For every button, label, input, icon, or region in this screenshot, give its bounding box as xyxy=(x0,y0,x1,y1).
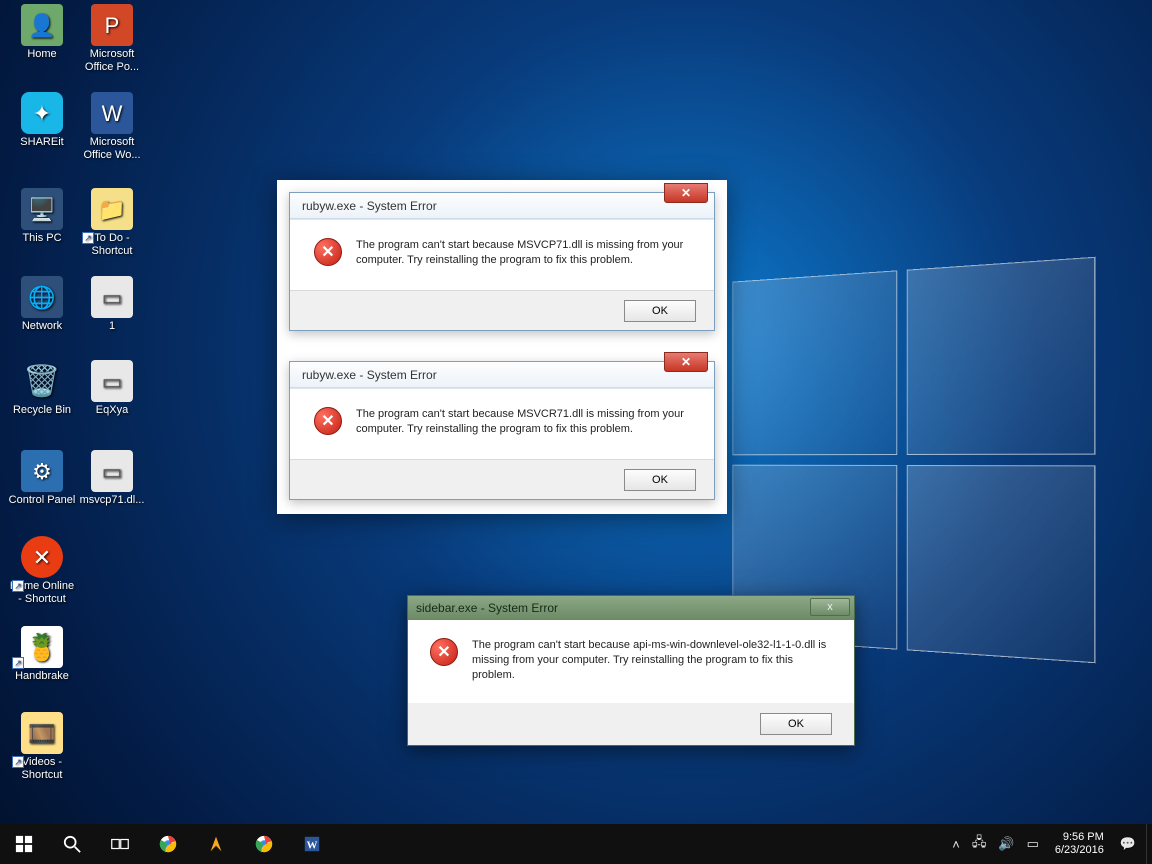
close-button[interactable]: ✕ xyxy=(664,352,708,372)
close-button[interactable]: ✕ xyxy=(664,183,708,203)
search-button[interactable] xyxy=(48,824,96,864)
video-folder-icon: 🎞️ xyxy=(21,712,63,754)
tray-overflow-icon[interactable]: ˄ xyxy=(952,837,960,852)
dialog-title: rubyw.exe - System Error xyxy=(302,199,437,213)
desktop-icon-one[interactable]: ▭ 1 xyxy=(76,276,148,333)
ok-button[interactable]: OK xyxy=(760,713,832,735)
dialog-footer: OK xyxy=(290,459,714,499)
dialog-body: ✕ The program can't start because MSVCR7… xyxy=(290,388,714,459)
desktop-icon-thispc[interactable]: 🖥️ This PC xyxy=(6,188,78,245)
desktop-icon-shareit[interactable]: ✦ SHAREit xyxy=(6,92,78,149)
dialog-message: The program can't start because api-ms-w… xyxy=(472,638,832,683)
error-dialog-1: rubyw.exe - System Error ✕ ✕ The program… xyxy=(289,192,715,331)
dialog-titlebar[interactable]: sidebar.exe - System Error x xyxy=(408,596,854,620)
desktop-icon-msvcp71[interactable]: ▭ msvcp71.dl... xyxy=(76,450,148,507)
dialog-title: sidebar.exe - System Error xyxy=(416,601,558,615)
word-icon: W xyxy=(91,92,133,134)
icon-label: Handbrake xyxy=(15,670,69,683)
dll-icon: ▭ xyxy=(91,450,133,492)
dialog-body: ✕ The program can't start because api-ms… xyxy=(408,620,854,703)
dialog-title: rubyw.exe - System Error xyxy=(302,368,437,382)
desktop-icon-videos[interactable]: 🎞️ ↗ Videos - Shortcut xyxy=(6,712,78,782)
network-icon: 🌐 xyxy=(21,276,63,318)
dialog-message: The program can't start because MSVCR71.… xyxy=(356,407,690,437)
error-dialog-3: sidebar.exe - System Error x ✕ The progr… xyxy=(407,595,855,746)
close-button[interactable]: x xyxy=(810,598,850,616)
shortcut-arrow-icon: ↗ xyxy=(12,657,24,669)
recycle-icon: 🗑️ xyxy=(21,360,63,402)
clock-date: 6/23/2016 xyxy=(1055,844,1104,857)
task-view-button[interactable] xyxy=(96,824,144,864)
desktop-icon-controlpanel[interactable]: ⚙ Control Panel xyxy=(6,450,78,507)
taskbar-app-chrome-2[interactable] xyxy=(240,824,288,864)
desktop-icon-word[interactable]: W Microsoft Office Wo... xyxy=(76,92,148,162)
clock-time: 9:56 PM xyxy=(1063,831,1104,844)
pc-icon: 🖥️ xyxy=(21,188,63,230)
taskbar-app-chrome[interactable] xyxy=(144,824,192,864)
desktop-icon-recyclebin[interactable]: 🗑️ Recycle Bin xyxy=(6,360,78,417)
icon-label: SHAREit xyxy=(20,136,63,149)
desktop-icon-powerpoint[interactable]: P Microsoft Office Po... xyxy=(76,4,148,74)
dialog-footer: OK xyxy=(290,290,714,330)
control-panel-icon: ⚙ xyxy=(21,450,63,492)
close-circle-icon: ✕ xyxy=(21,536,63,578)
action-center-icon[interactable]: 💬 xyxy=(1120,836,1136,852)
taskbar-clock[interactable]: 9:56 PM 6/23/2016 xyxy=(1051,831,1108,857)
icon-label: Network xyxy=(22,320,62,333)
volume-tray-icon[interactable]: 🔊 xyxy=(998,836,1014,852)
shortcut-arrow-icon: ↗ xyxy=(12,756,24,768)
error-dialog-group: rubyw.exe - System Error ✕ ✕ The program… xyxy=(277,180,727,514)
svg-text:W: W xyxy=(307,840,318,852)
icon-label: msvcp71.dl... xyxy=(80,494,145,507)
taskbar-app-winamp[interactable] xyxy=(192,824,240,864)
powerpoint-icon: P xyxy=(91,4,133,46)
taskbar-app-word[interactable]: W xyxy=(288,824,336,864)
desktop-icon-handbrake[interactable]: 🍍 ↗ Handbrake xyxy=(6,626,78,683)
icon-label: Recycle Bin xyxy=(13,404,71,417)
start-button[interactable] xyxy=(0,824,48,864)
file-icon: ▭ xyxy=(91,276,133,318)
error-icon: ✕ xyxy=(430,638,458,666)
error-icon: ✕ xyxy=(314,238,342,266)
network-tray-icon[interactable]: 🖧 xyxy=(972,833,987,855)
taskbar: W ˄ 🖧 🔊 ▭ 9:56 PM 6/23/2016 💬 xyxy=(0,824,1152,864)
ok-button[interactable]: OK xyxy=(624,300,696,322)
icon-label: EqXya xyxy=(96,404,128,417)
shareit-icon: ✦ xyxy=(21,92,63,134)
show-desktop-button[interactable] xyxy=(1146,824,1152,864)
icon-label: Home xyxy=(27,48,56,61)
shortcut-arrow-icon: ↗ xyxy=(12,580,24,592)
desktop-icon-eqxya[interactable]: ▭ EqXya xyxy=(76,360,148,417)
desktop-icon-network[interactable]: 🌐 Network xyxy=(6,276,78,333)
dialog-body: ✕ The program can't start because MSVCP7… xyxy=(290,219,714,290)
icon-label: This PC xyxy=(22,232,61,245)
ok-button[interactable]: OK xyxy=(624,469,696,491)
error-dialog-2: rubyw.exe - System Error ✕ ✕ The program… xyxy=(289,361,715,500)
system-tray: ˄ 🖧 🔊 ▭ 9:56 PM 6/23/2016 💬 xyxy=(948,824,1146,864)
icon-label: 1 xyxy=(109,320,115,333)
dialog-titlebar[interactable]: rubyw.exe - System Error ✕ xyxy=(290,362,714,388)
file-icon: ▭ xyxy=(91,360,133,402)
error-icon: ✕ xyxy=(314,407,342,435)
taskbar-pinned: W xyxy=(144,824,336,864)
dialog-footer: OK xyxy=(408,703,854,745)
dialog-titlebar[interactable]: rubyw.exe - System Error ✕ xyxy=(290,193,714,219)
person-icon: 👤 xyxy=(21,4,63,46)
icon-label: Microsoft Office Wo... xyxy=(77,136,147,162)
desktop-icon-home[interactable]: 👤 Home xyxy=(6,4,78,61)
folder-icon: 📁 xyxy=(91,188,133,230)
desktop-icon-homeonline[interactable]: ✕ ↗ Home Online - Shortcut xyxy=(6,536,78,606)
shortcut-arrow-icon: ↗ xyxy=(82,232,94,244)
icon-label: Control Panel xyxy=(9,494,76,507)
dialog-message: The program can't start because MSVCP71.… xyxy=(356,238,690,268)
icon-label: Microsoft Office Po... xyxy=(77,48,147,74)
desktop-icon-todo[interactable]: 📁 ↗ To Do - Shortcut xyxy=(76,188,148,258)
input-lang-tray-icon[interactable]: ▭ xyxy=(1027,836,1039,852)
handbrake-icon: 🍍 xyxy=(21,626,63,668)
